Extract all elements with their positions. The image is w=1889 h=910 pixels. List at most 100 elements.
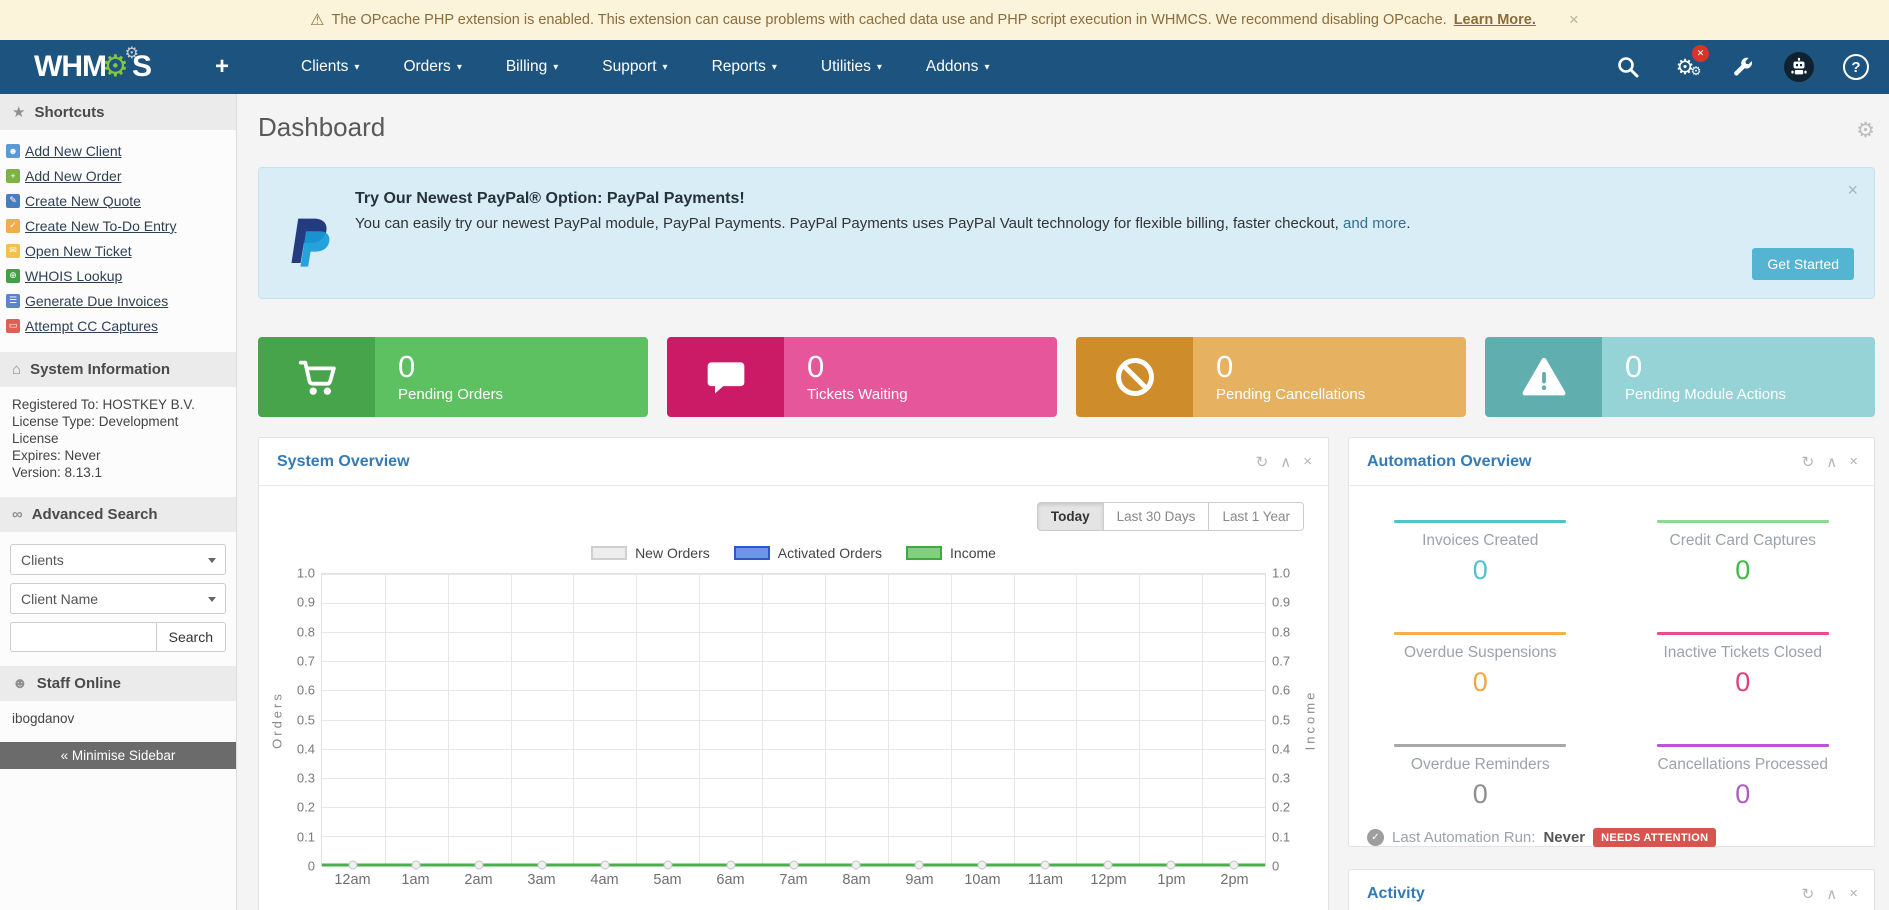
system-health-gears-icon[interactable]: ⚙⚙ ✕ (1670, 52, 1700, 82)
y-tick-label: 0.2 (1272, 800, 1290, 815)
check-circle-icon: ✓ (1367, 829, 1384, 846)
data-point-marker (412, 861, 421, 870)
whmcs-admin-page: ⚠ The OPcache PHP extension is enabled. … (0, 0, 1889, 910)
help-icon[interactable]: ? (1841, 52, 1871, 82)
quick-add-button[interactable]: + (215, 53, 229, 81)
shortcut-add-new-client[interactable]: ☻Add New Client (6, 138, 230, 163)
shortcut-create-new-quote[interactable]: ✎Create New Quote (6, 188, 230, 213)
gridline-vertical (573, 574, 574, 865)
range-today-button[interactable]: Today (1037, 502, 1104, 531)
staff-online-name[interactable]: ibogdanov (0, 701, 236, 742)
activity-title: Activity (1367, 885, 1425, 903)
x-tick-label: 4am (573, 872, 636, 888)
stat-card[interactable]: 0 Pending Orders (258, 337, 648, 417)
stat-cards-row: 0 Pending Orders 0 Tickets Waiting (258, 337, 1875, 417)
gridline-vertical (1139, 574, 1140, 865)
data-point-marker (475, 861, 484, 870)
chevron-down-icon: ▾ (877, 62, 882, 73)
collapse-icon[interactable]: ∧ (1826, 453, 1837, 471)
menu-utilities[interactable]: Utilities▾ (799, 40, 904, 94)
y-tick-label: 0.9 (297, 595, 315, 610)
alert-close-icon[interactable]: × (1569, 10, 1579, 30)
x-tick-label: 6am (699, 872, 762, 888)
range-last-1-year-button[interactable]: Last 1 Year (1208, 502, 1304, 531)
gridline-vertical (951, 574, 952, 865)
get-started-button[interactable]: Get Started (1752, 248, 1854, 280)
y-tick-label: 0.9 (1272, 595, 1290, 610)
y-axis-title-right: Income (1302, 573, 1318, 866)
gridline-horizontal (322, 720, 1265, 721)
legend-activated-orders: Activated Orders (734, 545, 882, 561)
data-point-marker (915, 861, 924, 870)
automation-status-robot-icon[interactable] (1784, 52, 1814, 82)
search-button[interactable]: Search (156, 622, 226, 652)
gridline-horizontal (322, 836, 1265, 837)
gridline-vertical (448, 574, 449, 865)
y-tick-label: 0.6 (297, 683, 315, 698)
shortcut-add-new-order[interactable]: +Add New Order (6, 163, 230, 188)
close-icon[interactable]: × (1849, 453, 1858, 471)
needs-attention-badge[interactable]: NEEDS ATTENTION (1593, 828, 1716, 847)
stat-card[interactable]: 0 Pending Module Actions (1485, 337, 1875, 417)
menu-addons[interactable]: Addons▾ (904, 40, 1012, 94)
gridline-vertical (762, 574, 763, 865)
shortcuts-header: ★ Shortcuts (0, 94, 236, 130)
minimise-sidebar-button[interactable]: « Minimise Sidebar (0, 742, 236, 769)
search-field-select[interactable]: Client Name (10, 583, 226, 614)
stat-invoices-created[interactable]: Invoices Created0 (1370, 520, 1590, 586)
data-point-marker (349, 861, 358, 870)
range-last-30-days-button[interactable]: Last 30 Days (1103, 502, 1210, 531)
search-icon[interactable] (1613, 52, 1643, 82)
collapse-icon[interactable]: ∧ (1280, 453, 1291, 471)
shortcut-attempt-cc-captures[interactable]: ▭Attempt CC Captures (6, 313, 230, 338)
close-icon[interactable]: × (1849, 885, 1858, 903)
menu-clients[interactable]: Clients▾ (279, 40, 381, 94)
data-point-marker (663, 861, 672, 870)
sidebar: ★ Shortcuts ☻Add New Client +Add New Ord… (0, 94, 237, 910)
stat-cancellations-processed[interactable]: Cancellations Processed0 (1633, 744, 1853, 810)
opcache-alert-banner: ⚠ The OPcache PHP extension is enabled. … (0, 0, 1889, 40)
menu-billing[interactable]: Billing▾ (484, 40, 580, 94)
search-category-select[interactable]: Clients (10, 544, 226, 575)
and-more-link[interactable]: and more (1343, 215, 1406, 232)
menu-support[interactable]: Support▾ (580, 40, 689, 94)
x-tick-label: 12pm (1077, 872, 1140, 888)
system-information-header: ⌂ System Information (0, 352, 236, 387)
stat-card[interactable]: 0 Tickets Waiting (667, 337, 1057, 417)
system-overview-chart: Orders 00.10.20.30.40.50.60.70.80.91.0 0… (269, 573, 1318, 866)
refresh-icon[interactable]: ↻ (1802, 453, 1815, 471)
dashboard-settings-gear-icon[interactable]: ⚙ (1856, 118, 1875, 143)
whmcs-logo[interactable]: WHM ⚙ ⚙ S (34, 50, 151, 84)
stat-inactive-tickets-closed[interactable]: Inactive Tickets Closed0 (1633, 632, 1853, 698)
shortcut-generate-due-invoices[interactable]: ☰Generate Due Invoices (6, 288, 230, 313)
y-tick-label: 1.0 (1272, 566, 1290, 581)
stat-overdue-suspensions[interactable]: Overdue Suspensions0 (1370, 632, 1590, 698)
stat-credit-card-captures[interactable]: Credit Card Captures0 (1633, 520, 1853, 586)
data-point-marker (1103, 861, 1112, 870)
y-tick-label: 0.6 (1272, 683, 1290, 698)
menu-reports[interactable]: Reports▾ (690, 40, 799, 94)
y-tick-label: 0.5 (297, 712, 315, 727)
shortcut-create-new-todo[interactable]: ✓Create New To-Do Entry (6, 213, 230, 238)
license-type: License Type: Development License (12, 414, 224, 448)
refresh-icon[interactable]: ↻ (1802, 885, 1815, 903)
stat-card[interactable]: 0 Pending Cancellations (1076, 337, 1466, 417)
learn-more-link[interactable]: Learn More. (1454, 12, 1536, 28)
search-input[interactable] (10, 622, 156, 652)
shortcut-whois-lookup[interactable]: ⊕WHOIS Lookup (6, 263, 230, 288)
y-tick-label: 1.0 (297, 566, 315, 581)
menu-orders[interactable]: Orders▾ (381, 40, 483, 94)
paypal-banner-close-icon[interactable]: × (1847, 180, 1858, 201)
paypal-banner-body: You can easily try our newest PayPal mod… (355, 215, 1411, 232)
shortcut-open-new-ticket[interactable]: ✉Open New Ticket (6, 238, 230, 263)
collapse-icon[interactable]: ∧ (1826, 885, 1837, 903)
data-point-marker (1040, 861, 1049, 870)
pending-orders-count: 0 (398, 351, 648, 384)
refresh-icon[interactable]: ↻ (1256, 453, 1269, 471)
close-icon[interactable]: × (1303, 453, 1312, 471)
todo-clock-icon: ✓ (6, 219, 20, 233)
advanced-search-header: ∞ Advanced Search (0, 497, 236, 532)
stat-overdue-reminders[interactable]: Overdue Reminders0 (1370, 744, 1590, 810)
wrench-icon[interactable] (1727, 52, 1757, 82)
warning-triangle-icon: ⚠ (310, 10, 324, 30)
